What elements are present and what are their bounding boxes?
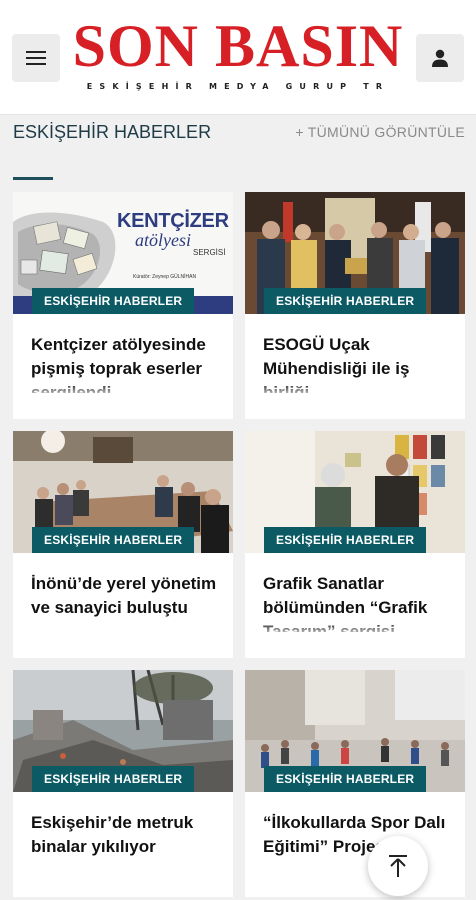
category-badge[interactable]: ESKİŞEHİR HABERLER (264, 527, 427, 553)
news-card[interactable]: ESKİŞEHİR HABERLER Grafik Sanatlar bölüm… (245, 431, 465, 658)
view-all-link[interactable]: + TÜMÜNÜ GÖRÜNTÜLE (295, 124, 465, 140)
title-fade (245, 860, 465, 897)
user-icon (432, 49, 448, 67)
category-badge[interactable]: ESKİŞEHİR HABERLER (264, 288, 427, 314)
scroll-to-top-button[interactable] (368, 836, 428, 896)
arrow-up-to-top-icon (389, 855, 407, 877)
category-badge[interactable]: ESKİŞEHİR HABERLER (32, 766, 195, 792)
image-sub-text: SERGİSİ (193, 248, 226, 257)
title-fade (245, 621, 465, 658)
news-card[interactable]: ESKİŞEHİR HABERLER İnönü’de yerel yöneti… (13, 431, 233, 658)
hamburger-menu-icon (26, 51, 46, 65)
site-header: SON BASIN ESKİŞEHİR MEDYA GURUP TR (0, 0, 476, 115)
menu-button[interactable] (12, 34, 60, 82)
category-badge[interactable]: ESKİŞEHİR HABERLER (32, 288, 195, 314)
title-fade (245, 382, 465, 419)
news-card[interactable]: ESKİŞEHİR HABERLER ESOGÜ Uçak Mühendisli… (245, 192, 465, 419)
logo-subtitle: ESKİŞEHİR MEDYA GURUP TR (86, 82, 390, 91)
section-title: ESKİŞEHİR HABERLER (13, 122, 212, 142)
image-small-text: Küratör: Zeynep GÜLNİHAN (133, 274, 197, 280)
category-badge[interactable]: ESKİŞEHİR HABERLER (32, 527, 195, 553)
logo-title: SON BASIN (72, 13, 404, 79)
news-card[interactable]: KENTÇİZER atölyesi SERGİSİ Küratör: Zeyn… (13, 192, 233, 419)
title-fade (13, 382, 233, 419)
section-header: ESKİŞEHİR HABERLER + TÜMÜNÜ GÖRÜNTÜLE (13, 122, 465, 142)
title-fade (13, 860, 233, 897)
title-fade (13, 621, 233, 658)
image-script-text: atölyesi (135, 230, 191, 250)
site-logo[interactable]: SON BASIN ESKİŞEHİR MEDYA GURUP TR (66, 14, 410, 91)
news-card[interactable]: ESKİŞEHİR HABERLER Eskişehir’de metruk b… (13, 670, 233, 897)
category-badge[interactable]: ESKİŞEHİR HABERLER (264, 766, 427, 792)
section-underline (13, 177, 53, 180)
news-card[interactable]: ESKİŞEHİR HABERLER “İlkokullarda Spor Da… (245, 670, 465, 897)
user-account-button[interactable] (416, 34, 464, 82)
